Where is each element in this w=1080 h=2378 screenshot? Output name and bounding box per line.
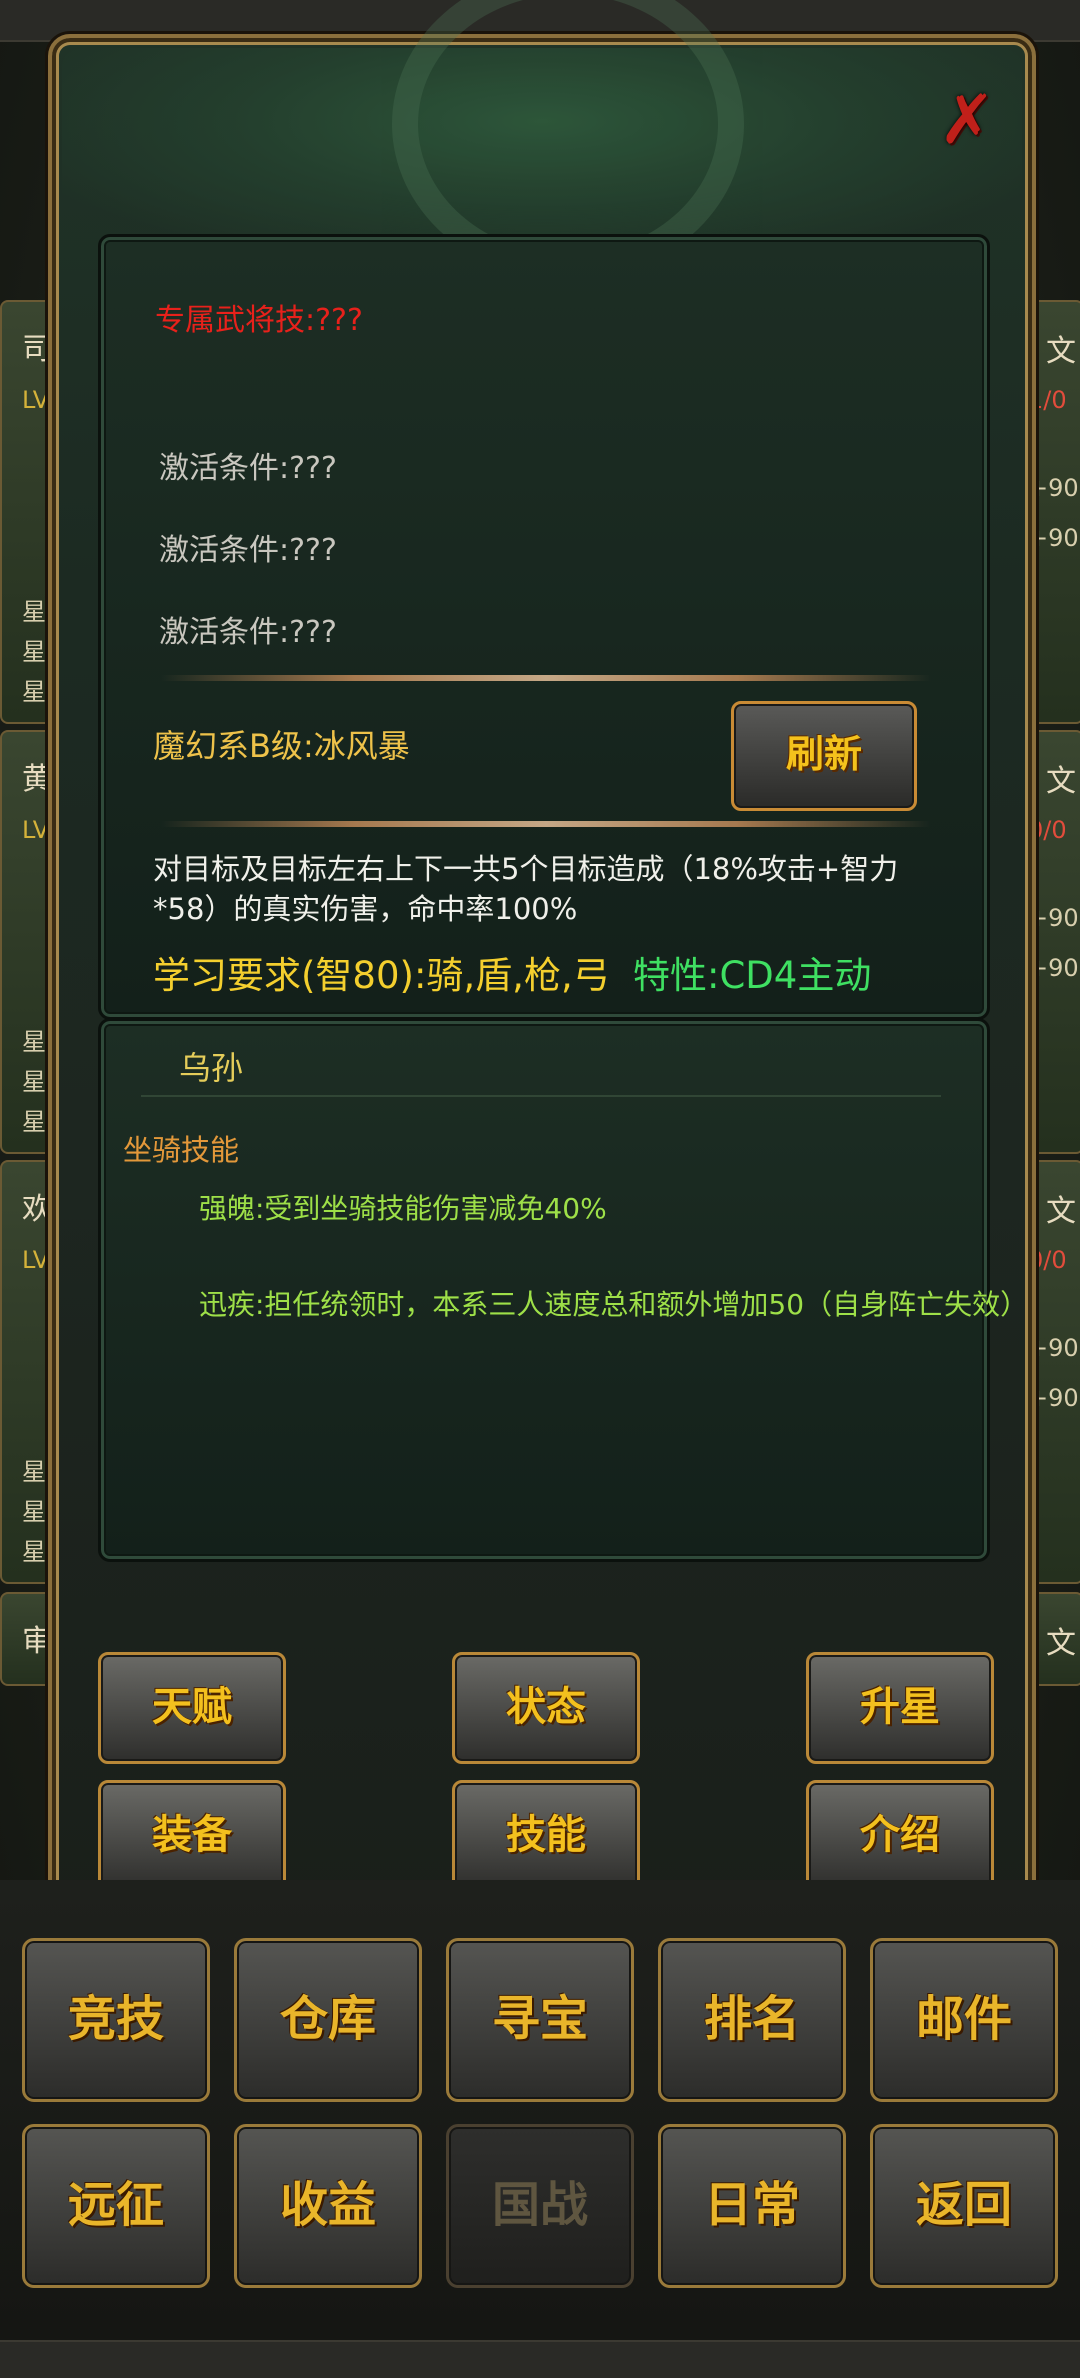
divider: [161, 675, 931, 681]
star-up-button[interactable]: 升星: [806, 1652, 994, 1764]
bg-card-label: 文: [1046, 1626, 1076, 1661]
mount-panel: 乌孙 坐骑技能 强魄:受到坐骑技能伤害减免40% 迅疾:担任统领时，本系三人速度…: [98, 1018, 1028, 1562]
nav-ranking-button[interactable]: 排名: [658, 1938, 846, 2102]
close-x-icon[interactable]: ✗: [932, 86, 1002, 156]
dialog-header-art: [62, 0, 1022, 280]
skill-button[interactable]: 技能: [452, 1780, 640, 1892]
bottom-status-strip: [0, 2340, 1080, 2378]
bg-star: 星: [22, 638, 46, 666]
bg-star: 星: [22, 1108, 46, 1136]
bg-level: LV: [22, 386, 50, 414]
status-button[interactable]: 状态: [452, 1652, 640, 1764]
skill-description: 对目标及目标左右上下一共5个目标造成（18%攻击+智力*58）的真实伤害，命中率…: [153, 852, 899, 926]
skill-trait: 特性:CD4主动: [633, 954, 872, 997]
nav-mail-button[interactable]: 邮件: [870, 1938, 1058, 2102]
talent-button[interactable]: 天赋: [98, 1652, 286, 1764]
bg-card-label: 文: [1046, 764, 1076, 799]
bg-star: 星: [22, 1458, 46, 1486]
intro-button[interactable]: 介绍: [806, 1780, 994, 1892]
bg-card-label: 文: [1046, 334, 1076, 369]
mount-name: 乌孙: [179, 1049, 244, 1087]
bg-card-label: 文: [1046, 1194, 1076, 1229]
learn-requirement: 学习要求(智80):骑,盾,枪,弓: [153, 954, 610, 997]
activation-condition-2: 激活条件:???: [159, 533, 337, 568]
nav-back-button[interactable]: 返回: [870, 2124, 1058, 2288]
bg-star: 星: [22, 598, 46, 626]
nav-daily-button[interactable]: 日常: [658, 2124, 846, 2288]
bg-star: 星: [22, 1028, 46, 1056]
equipment-button[interactable]: 装备: [98, 1780, 286, 1892]
bg-level: LV: [22, 1246, 50, 1274]
mount-skill-category: 坐骑技能: [123, 1133, 240, 1167]
activation-condition-1: 激活条件:???: [159, 451, 337, 486]
bg-star: 星: [22, 1498, 46, 1526]
divider: [161, 821, 931, 827]
exclusive-skill-title: 专属武将技:???: [155, 303, 363, 338]
nav-arena-button[interactable]: 竞技: [22, 1938, 210, 2102]
nav-warehouse-button[interactable]: 仓库: [234, 1938, 422, 2102]
refresh-button[interactable]: 刷新: [731, 701, 917, 811]
mount-skill-1: 强魄:受到坐骑技能伤害减免40%: [199, 1192, 607, 1225]
nav-income-button[interactable]: 收益: [234, 2124, 422, 2288]
bg-star: 星: [22, 678, 46, 706]
general-detail-dialog: ✗ 专属武将技:??? 激活条件:??? 激活条件:??? 激活条件:??? 魔…: [48, 0, 1036, 1918]
nav-expedition-button[interactable]: 远征: [22, 2124, 210, 2288]
bg-star: 星: [22, 1068, 46, 1096]
skill-panel: 专属武将技:??? 激活条件:??? 激活条件:??? 激活条件:??? 魔幻系…: [98, 234, 990, 1020]
bg-level: LV: [22, 816, 50, 844]
mount-skill-2: 迅疾:担任统领时，本系三人速度总和额外增加50（自身阵亡失效）: [199, 1288, 1029, 1321]
divider: [141, 1095, 941, 1097]
bg-star: 星: [22, 1538, 46, 1566]
skill-name: 魔幻系B级:冰风暴: [153, 727, 410, 765]
nav-nation-war-button: 国战: [446, 2124, 634, 2288]
activation-condition-3: 激活条件:???: [159, 615, 337, 650]
nav-treasure-button[interactable]: 寻宝: [446, 1938, 634, 2102]
